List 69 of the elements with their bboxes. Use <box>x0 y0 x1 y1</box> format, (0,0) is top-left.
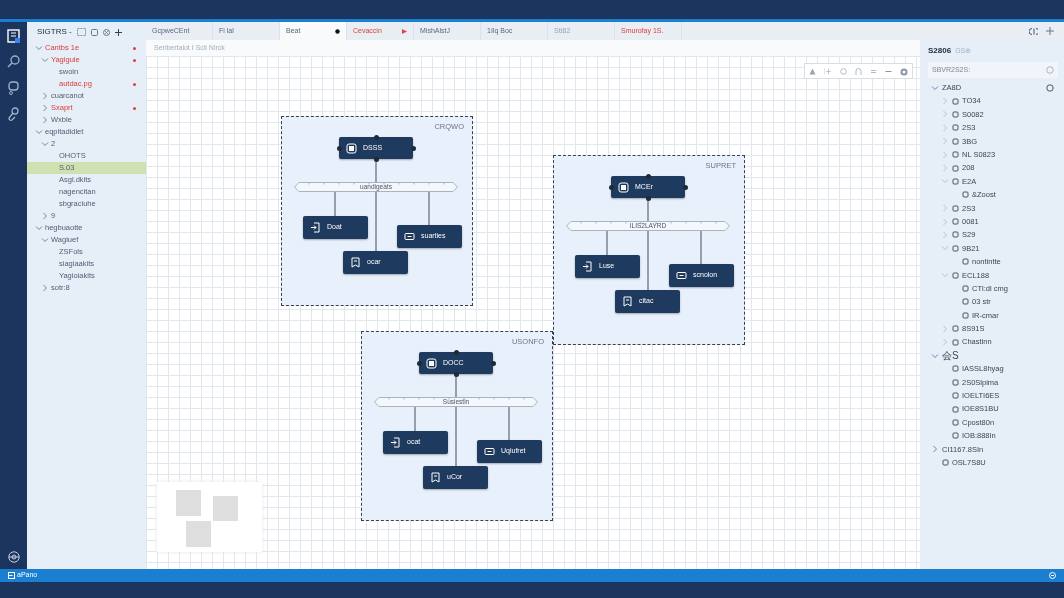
split-icon[interactable] <box>1029 27 1038 35</box>
chevron-icon[interactable] <box>941 137 949 146</box>
chevron-icon[interactable] <box>41 116 49 124</box>
arch-icon[interactable] <box>855 68 862 75</box>
search-icon[interactable] <box>6 54 21 70</box>
account-icon[interactable] <box>7 551 20 563</box>
sidebar-title: SIGTRS - <box>37 26 72 38</box>
chevron-icon[interactable] <box>941 338 949 347</box>
chevron-icon[interactable] <box>941 271 949 280</box>
chevron-icon[interactable] <box>41 92 49 100</box>
extensions-icon[interactable] <box>6 106 21 122</box>
chevron-icon[interactable] <box>941 123 949 132</box>
login-icon <box>390 437 401 448</box>
connector-line <box>700 230 702 265</box>
chevron-icon[interactable] <box>941 110 949 119</box>
chevron-icon[interactable] <box>941 244 949 253</box>
box-icon <box>8 572 15 579</box>
chevron-icon[interactable] <box>35 44 43 52</box>
lines-icon[interactable] <box>870 68 877 75</box>
chevron-icon[interactable] <box>941 177 949 186</box>
circle-icon <box>1046 66 1054 74</box>
panel-title: S2806 <box>928 45 952 57</box>
chip-icon <box>618 181 629 193</box>
chevron-icon[interactable] <box>41 236 49 244</box>
connector-line <box>414 406 416 432</box>
minus-icon[interactable] <box>885 68 892 75</box>
connector-line <box>428 191 430 226</box>
chevron-icon[interactable] <box>941 217 949 226</box>
chevron-icon[interactable] <box>941 150 949 159</box>
chevron-icon[interactable] <box>41 56 49 64</box>
chevron-icon[interactable] <box>41 212 49 220</box>
chevron-icon[interactable] <box>931 83 939 92</box>
chevron-icon[interactable] <box>35 128 43 136</box>
chevron-icon[interactable] <box>941 324 949 333</box>
outline-row[interactable]: 会S <box>928 348 1064 363</box>
triangle-icon[interactable] <box>809 68 816 75</box>
chip-icon <box>426 357 437 369</box>
terminal-icon <box>676 270 687 281</box>
connector-line <box>334 191 336 217</box>
chevron-icon[interactable] <box>41 104 49 112</box>
outline-label: 会S <box>942 350 960 361</box>
chevron-icon[interactable] <box>941 97 949 106</box>
connector-line <box>606 230 608 256</box>
chip-icon <box>346 142 357 154</box>
bookmark-icon <box>622 296 633 307</box>
terminal-icon <box>484 446 495 457</box>
plus-icon[interactable] <box>114 28 122 36</box>
item-icon <box>942 459 949 467</box>
chevron-icon[interactable] <box>35 224 43 232</box>
files-icon[interactable] <box>6 28 21 44</box>
bookmark-icon <box>350 257 361 268</box>
chevron-icon[interactable] <box>941 231 949 239</box>
connector-line <box>508 406 510 441</box>
chevron-icon[interactable] <box>941 164 949 173</box>
settings-icon[interactable] <box>900 68 908 76</box>
notification-icon[interactable] <box>1049 572 1056 579</box>
chevron-icon[interactable] <box>931 445 939 454</box>
circle-icon[interactable] <box>1046 83 1054 92</box>
chevron-icon[interactable] <box>941 204 949 213</box>
chevron-icon[interactable] <box>41 284 49 292</box>
square-icon[interactable] <box>90 28 98 36</box>
chevron-icon[interactable] <box>931 351 939 360</box>
login-icon <box>582 261 593 272</box>
chevron-icon[interactable] <box>41 140 49 148</box>
close-circle-icon[interactable] <box>102 28 110 36</box>
login-icon <box>310 222 321 233</box>
bookmark-icon <box>430 472 441 483</box>
minimap[interactable] <box>157 482 262 552</box>
terminal-icon <box>404 231 415 242</box>
